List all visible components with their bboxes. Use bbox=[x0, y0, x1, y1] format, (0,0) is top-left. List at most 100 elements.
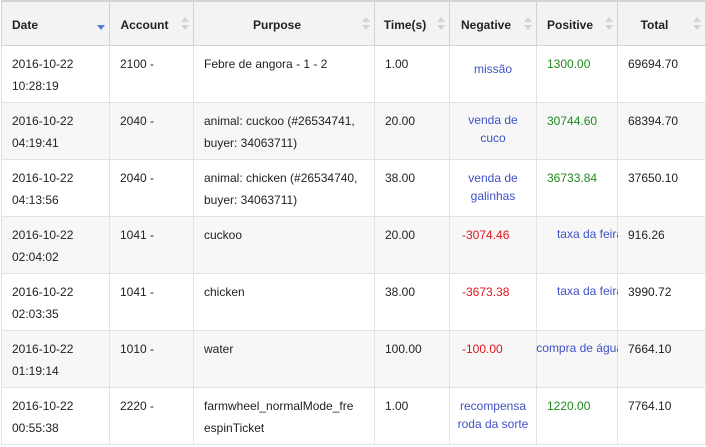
seconds-cell: 1.00 bbox=[374, 387, 450, 445]
purpose-text: buyer: 34063711) bbox=[204, 193, 298, 207]
seconds-text: 38.00 bbox=[385, 171, 416, 185]
column-header-positive[interactable]: Positive bbox=[536, 0, 618, 46]
positive-amount: 1220.00 bbox=[547, 399, 591, 413]
negative-cell: -3074.46 bbox=[449, 216, 537, 274]
account-text: 2100 - bbox=[120, 57, 155, 71]
account-cell: 2220 - bbox=[109, 387, 194, 445]
purpose-text: Febre de angora - 1 - 2 bbox=[204, 57, 328, 71]
total-text: 68394.70 bbox=[628, 114, 679, 128]
purpose-text: chicken bbox=[204, 285, 245, 299]
account-cell: 2100 - bbox=[109, 45, 194, 103]
sort-arrows-icon[interactable] bbox=[605, 17, 613, 31]
column-header-label: Date bbox=[12, 18, 39, 32]
positive-cell: 1220.00 bbox=[536, 387, 618, 445]
seconds-text: 1.00 bbox=[385, 57, 409, 71]
account-cell: 1041 - bbox=[109, 216, 194, 274]
sort-arrows-icon[interactable] bbox=[524, 17, 532, 31]
date-text: 2016-10-22 bbox=[12, 57, 74, 71]
negative-amount: -3673.38 bbox=[462, 285, 510, 299]
date-text: 2016-10-22 bbox=[12, 171, 74, 185]
seconds-text: 20.00 bbox=[385, 228, 416, 242]
column-header-label: Purpose bbox=[252, 18, 301, 32]
time-of-day-text: 10:28:19 bbox=[12, 79, 59, 93]
time-of-day-text: 02:03:35 bbox=[12, 307, 59, 321]
column-header-total[interactable]: Total bbox=[617, 0, 706, 46]
column-header-label: Positive bbox=[546, 18, 594, 32]
purpose-cell: water bbox=[193, 330, 375, 388]
positive-amount: 36733.84 bbox=[547, 171, 598, 185]
table-header: Date Account Purpose Time(s) Negative Positiv… bbox=[1, 0, 706, 46]
date-cell: 2016-10-22 04:13:56 bbox=[1, 159, 110, 217]
negative-note: venda de cuco bbox=[468, 113, 518, 145]
total-text: 7764.10 bbox=[628, 399, 672, 413]
positive-note: taxa da feira bbox=[556, 227, 623, 241]
purpose-cell: chicken bbox=[193, 273, 375, 331]
seconds-text: 100.00 bbox=[385, 342, 422, 356]
column-header-negative[interactable]: Negative bbox=[449, 0, 537, 46]
table-row[interactable]: 2016-10-22 02:03:35 1041 - chicken 38.00 -367… bbox=[1, 273, 706, 331]
total-cell: 7764.10 bbox=[617, 387, 706, 445]
sort-arrows-icon[interactable] bbox=[437, 17, 445, 31]
date-text: 2016-10-22 bbox=[12, 228, 74, 242]
seconds-text: 1.00 bbox=[385, 399, 409, 413]
positive-cell: 36733.84 bbox=[536, 159, 618, 217]
table-row[interactable]: 2016-10-22 04:13:56 2040 - animal: chicken … bbox=[1, 159, 706, 217]
negative-cell: missão bbox=[449, 45, 537, 103]
seconds-cell: 38.00 bbox=[374, 273, 450, 331]
purpose-cell: Febre de angora - 1 - 2 bbox=[193, 45, 375, 103]
negative-cell: venda de galinhas bbox=[449, 159, 537, 217]
account-text: 1041 - bbox=[120, 228, 155, 242]
negative-cell: -100.00 bbox=[449, 330, 537, 388]
date-cell: 2016-10-22 01:19:14 bbox=[1, 330, 110, 388]
time-of-day-text: 01:19:14 bbox=[12, 364, 59, 378]
total-text: 69694.70 bbox=[628, 57, 679, 71]
positive-cell: taxa da feira bbox=[536, 273, 623, 331]
time-of-day-text: 02:04:02 bbox=[12, 250, 59, 264]
total-text: 916.26 bbox=[628, 228, 665, 242]
positive-note: taxa da feira bbox=[556, 284, 623, 298]
date-cell: 2016-10-22 04:19:41 bbox=[1, 102, 110, 160]
positive-note: compra de água bbox=[536, 341, 623, 355]
total-text: 37650.10 bbox=[628, 171, 679, 185]
total-cell: 69694.70 bbox=[617, 45, 706, 103]
positive-amount: 30744.60 bbox=[547, 114, 598, 128]
total-text: 7664.10 bbox=[628, 342, 672, 356]
sort-arrows-icon[interactable] bbox=[181, 17, 189, 31]
sort-descending-icon[interactable] bbox=[97, 17, 105, 31]
sort-arrows-icon[interactable] bbox=[362, 17, 370, 31]
positive-cell: 30744.60 bbox=[536, 102, 618, 160]
purpose-text: animal: cuckoo (#26534741, bbox=[204, 114, 355, 128]
seconds-cell: 100.00 bbox=[374, 330, 450, 388]
positive-cell: taxa da feira bbox=[536, 216, 623, 274]
column-header-time[interactable]: Time(s) bbox=[374, 0, 450, 46]
column-header-date[interactable]: Date bbox=[1, 0, 110, 46]
seconds-cell: 1.00 bbox=[374, 45, 450, 103]
date-cell: 2016-10-22 02:03:35 bbox=[1, 273, 110, 331]
positive-cell: compra de água bbox=[536, 330, 623, 388]
total-cell: 68394.70 bbox=[617, 102, 706, 160]
table-row[interactable]: 2016-10-22 01:19:14 1010 - water 100.00 -100.… bbox=[1, 330, 706, 388]
table-row[interactable]: 2016-10-22 02:04:02 1041 - cuckoo 20.00 -3074… bbox=[1, 216, 706, 274]
purpose-cell: farmwheel_normalMode_fre espinTicket bbox=[193, 387, 375, 445]
time-of-day-text: 00:55:38 bbox=[12, 421, 59, 435]
table-body: 2016-10-22 10:28:19 2100 - Febre de angora … bbox=[1, 45, 706, 445]
negative-cell: recompensa roda da sorte bbox=[449, 387, 537, 445]
seconds-cell: 20.00 bbox=[374, 216, 450, 274]
account-cell: 1010 - bbox=[109, 330, 194, 388]
date-text: 2016-10-22 bbox=[12, 399, 74, 413]
purpose-text: animal: chicken (#26534740, bbox=[204, 171, 358, 185]
table-row[interactable]: 2016-10-22 04:19:41 2040 - animal: cuckoo (… bbox=[1, 102, 706, 160]
purpose-text: buyer: 34063711) bbox=[204, 136, 298, 150]
negative-note: venda de galinhas bbox=[468, 171, 518, 203]
seconds-text: 38.00 bbox=[385, 285, 416, 299]
purpose-text: cuckoo bbox=[204, 228, 243, 242]
column-header-label: Total bbox=[640, 18, 669, 32]
table-row[interactable]: 2016-10-22 10:28:19 2100 - Febre de angora … bbox=[1, 45, 706, 103]
negative-note: missão bbox=[473, 62, 512, 76]
total-cell: 7664.10 bbox=[617, 330, 706, 388]
column-header-purpose[interactable]: Purpose bbox=[193, 0, 375, 46]
column-header-account[interactable]: Account bbox=[109, 0, 194, 46]
negative-amount: -100.00 bbox=[462, 342, 503, 356]
sort-arrows-icon[interactable] bbox=[693, 17, 701, 31]
table-row[interactable]: 2016-10-22 00:55:38 2220 - farmwheel_normal… bbox=[1, 387, 706, 445]
